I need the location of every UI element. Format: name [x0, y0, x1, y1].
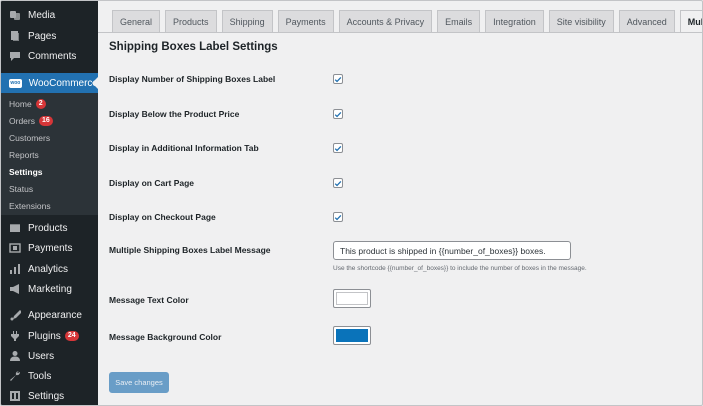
save-changes-button[interactable]: Save changes	[109, 372, 169, 393]
display-additional-info-checkbox[interactable]	[333, 143, 343, 153]
tab-accounts-privacy[interactable]: Accounts & Privacy	[338, 10, 433, 32]
sidebar-item-woocommerce[interactable]: woo WooCommerce	[1, 73, 98, 93]
users-icon	[9, 350, 21, 362]
sidebar-item-pages[interactable]: Pages	[1, 27, 98, 45]
display-cart-label: Display on Cart Page	[109, 178, 195, 188]
submenu-item-orders[interactable]: Orders 16	[9, 116, 53, 126]
display-additional-info-label: Display in Additional Information Tab	[109, 143, 259, 153]
woocommerce-icon: woo	[9, 78, 22, 88]
sidebar-item-label: WooCommerce	[28, 77, 98, 89]
sidebar-item-label: Plugins	[28, 330, 61, 342]
display-checkout-label: Display on Checkout Page	[109, 212, 216, 222]
page-title: Shipping Boxes Label Settings	[109, 41, 278, 53]
tab-products[interactable]: Products	[165, 10, 217, 32]
display-below-price-label: Display Below the Product Price	[109, 109, 240, 119]
label-message-label: Multiple Shipping Boxes Label Message	[109, 245, 271, 255]
media-icon	[9, 9, 21, 21]
marketing-icon	[9, 283, 21, 295]
sidebar-item-tools[interactable]: Tools	[1, 367, 98, 385]
text-color-picker[interactable]	[333, 289, 371, 308]
submenu-item-extensions[interactable]: Extensions	[9, 201, 51, 211]
submenu-item-reports[interactable]: Reports	[9, 150, 39, 160]
tools-icon	[9, 370, 21, 382]
sidebar-item-media[interactable]: Media	[1, 6, 98, 24]
submenu-item-label: Orders	[9, 116, 35, 126]
sidebar-item-users[interactable]: Users	[1, 347, 98, 365]
sidebar-item-comments[interactable]: Comments	[1, 47, 98, 65]
home-count-badge: 2	[35, 99, 46, 109]
tab-shipping[interactable]: Shipping	[221, 10, 273, 32]
tab-multiple-boxes[interactable]: Multiple Boxes	[679, 10, 702, 33]
text-color-label: Message Text Color	[109, 295, 189, 305]
sidebar-item-payments[interactable]: Payments	[1, 239, 98, 257]
products-icon	[9, 222, 21, 234]
bg-color-label: Message Background Color	[109, 332, 222, 342]
tab-site-visibility[interactable]: Site visibility	[548, 10, 614, 32]
settings-content: General Products Shipping Payments Accou…	[98, 1, 702, 405]
sidebar-item-appearance[interactable]: Appearance	[1, 306, 98, 324]
sidebar-item-label: Analytics	[28, 263, 69, 275]
sidebar-item-label: Pages	[28, 30, 57, 42]
label-message-description: Use the shortcode {{number_of_boxes}} to…	[333, 265, 587, 272]
display-checkout-checkbox[interactable]	[333, 212, 343, 222]
sidebar-item-label: Products	[28, 222, 68, 234]
orders-count-badge: 16	[38, 116, 53, 126]
appearance-icon	[9, 309, 21, 321]
submenu-item-home[interactable]: Home 2	[9, 99, 46, 109]
sidebar-item-label: Settings	[28, 390, 65, 402]
sidebar-item-analytics[interactable]: Analytics	[1, 260, 98, 278]
submenu-item-status[interactable]: Status	[9, 184, 33, 194]
payments-icon	[9, 242, 21, 254]
checkmark-icon	[334, 214, 342, 220]
woocommerce-submenu: Home 2 Orders 16 Customers Reports Setti…	[1, 93, 98, 215]
sidebar-item-label: Appearance	[28, 309, 82, 321]
settings-icon	[9, 390, 21, 402]
admin-sidebar: Media Pages Comments woo WooCommerce Hom…	[1, 1, 98, 405]
checkmark-icon	[334, 111, 342, 117]
sidebar-item-marketing[interactable]: Marketing	[1, 280, 98, 298]
tab-integration[interactable]: Integration	[485, 10, 544, 32]
tab-advanced[interactable]: Advanced	[618, 10, 675, 32]
tab-divider	[98, 32, 702, 33]
submenu-item-label: Home	[9, 99, 32, 109]
sidebar-item-products[interactable]: Products	[1, 219, 98, 237]
analytics-icon	[9, 263, 21, 275]
tab-general[interactable]: General	[112, 10, 161, 32]
sidebar-item-plugins[interactable]: Plugins 24	[1, 327, 98, 345]
display-cart-checkbox[interactable]	[333, 178, 343, 188]
sidebar-item-label: Marketing	[28, 283, 72, 295]
sidebar-item-label: Users	[28, 350, 55, 362]
admin-window: Media Pages Comments woo WooCommerce Hom…	[0, 0, 703, 406]
bg-color-picker[interactable]	[333, 326, 371, 345]
submenu-item-customers[interactable]: Customers	[9, 133, 50, 143]
display-label-setting-label: Display Number of Shipping Boxes Label	[109, 74, 276, 84]
checkmark-icon	[334, 180, 342, 186]
bg-color-swatch	[336, 329, 368, 342]
plugins-icon	[9, 330, 21, 342]
display-label-checkbox[interactable]	[333, 74, 343, 84]
comments-icon	[9, 50, 21, 62]
pages-icon	[9, 30, 21, 42]
sidebar-item-label: Comments	[28, 50, 77, 62]
tab-payments[interactable]: Payments	[277, 10, 334, 32]
label-message-input[interactable]	[333, 241, 571, 260]
text-color-swatch	[336, 292, 368, 305]
sidebar-item-label: Tools	[28, 370, 52, 382]
checkmark-icon	[334, 145, 342, 151]
sidebar-item-settings[interactable]: Settings	[1, 387, 98, 405]
tab-emails[interactable]: Emails	[437, 10, 481, 32]
checkmark-icon	[334, 76, 342, 82]
submenu-item-settings[interactable]: Settings	[9, 167, 43, 177]
sidebar-item-label: Media	[28, 9, 56, 21]
display-below-price-checkbox[interactable]	[333, 109, 343, 119]
plugins-count-badge: 24	[64, 331, 79, 341]
settings-tabs: General Products Shipping Payments Accou…	[112, 10, 702, 33]
sidebar-item-label: Payments	[28, 242, 73, 254]
